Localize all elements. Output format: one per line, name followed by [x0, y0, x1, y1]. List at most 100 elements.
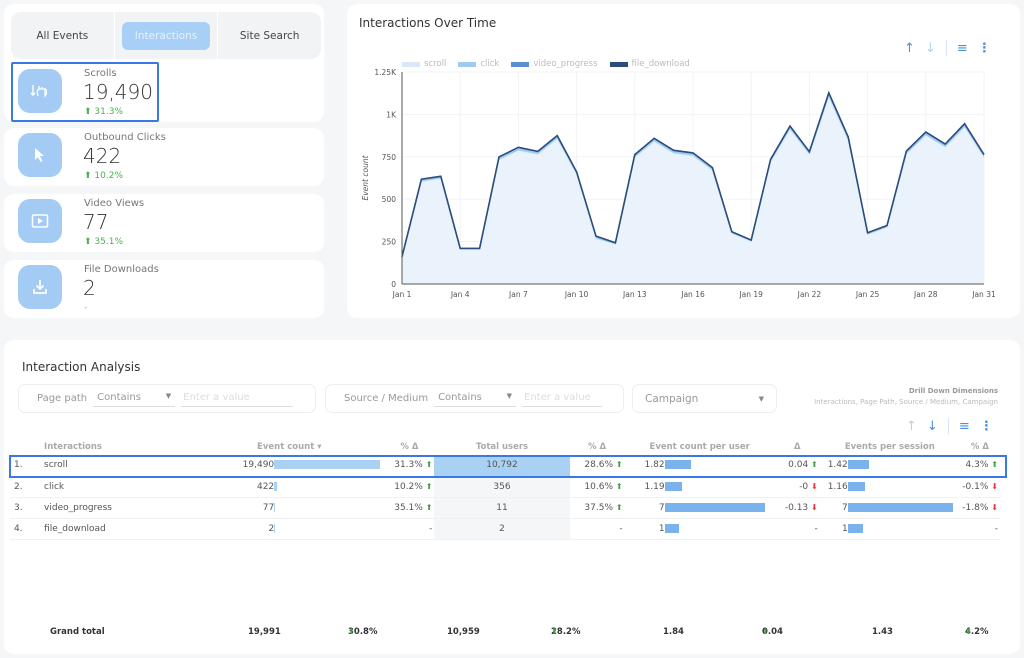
eps-delta: -1.8% ⬇	[959, 497, 1000, 519]
interaction-name: scroll	[44, 455, 195, 477]
ecpu-value: 1.19	[644, 481, 665, 492]
filter-value-input[interactable]	[522, 390, 603, 407]
drill-title: Drill Down Dimensions	[908, 387, 998, 395]
kpi-file-downloads[interactable]: File Downloads 2 -	[4, 260, 324, 318]
kpi-label: Video Views	[84, 198, 145, 209]
table-row[interactable]: 3. video_progress 77 35.1% ⬆ 11 37.5% ⬆ …	[10, 497, 1000, 519]
filter-label: Source / Medium	[344, 393, 429, 404]
column-header-event-count-delta[interactable]: % Δ	[384, 438, 434, 455]
trend-down-icon: ⬇	[991, 481, 998, 491]
ecpu-bar	[664, 523, 679, 533]
sort-descending-icon[interactable]: ↓	[927, 420, 938, 433]
users-delta: 10.6% ⬆	[569, 476, 625, 498]
grand-total-events: 19,991	[248, 627, 281, 637]
column-header-interactions[interactable]: Interactions	[44, 438, 194, 455]
kpi-delta: ⬆ 10.2%	[84, 171, 124, 181]
trend-up-icon: ⬆	[965, 627, 972, 636]
event-count-bar	[274, 523, 276, 533]
filter-source-medium: Source / Medium Contains ▼	[325, 384, 624, 413]
filter-page-path: Page path Contains ▼	[18, 384, 316, 413]
table-card: Interaction Analysis Page path Contains ▼…	[4, 340, 1020, 654]
row-index: 4.	[10, 518, 45, 540]
users-delta: 37.5% ⬆	[569, 497, 625, 519]
tab-all-events[interactable]: All Events	[11, 12, 115, 59]
column-header-total-users[interactable]: Total users	[434, 438, 569, 455]
table-row[interactable]: 1. scroll 19,490 31.3% ⬆ 10,792 28.6% ⬆ …	[10, 455, 1000, 477]
table-row[interactable]: 2. click 422 10.2% ⬆ 356 10.6% ⬆ 1.19 -0…	[10, 476, 1000, 498]
kpi-video-views[interactable]: Video Views 77 ⬆ 35.1%	[4, 194, 324, 252]
row-index: 2.	[10, 476, 45, 498]
column-header-users-delta[interactable]: % Δ	[570, 438, 625, 455]
more-options-icon[interactable]: ⋮	[980, 420, 993, 433]
column-header-event-count-per-user[interactable]: Event count per user	[625, 438, 775, 455]
campaign-select[interactable]: Campaign ▼	[632, 384, 777, 413]
ecpu-bar	[664, 481, 682, 491]
event-count-value: 422	[256, 481, 275, 492]
table-title: Interaction Analysis	[22, 360, 141, 374]
y-tick-label: 0	[391, 280, 396, 289]
row-index: 1.	[10, 455, 45, 477]
trend-up-icon: ⬆	[991, 460, 998, 470]
column-header-event-count[interactable]: Event count ▾	[194, 438, 384, 455]
filter-value-input[interactable]	[181, 390, 294, 407]
tab-interactions[interactable]: Interactions	[115, 12, 219, 59]
event-count-value: 77	[262, 502, 275, 513]
column-header-ecpu-delta[interactable]: Δ	[775, 438, 820, 455]
ecpu-value: 1.82	[644, 460, 665, 471]
kpi-outbound-clicks[interactable]: Outbound Clicks 422 ⬆ 10.2%	[4, 128, 324, 186]
interaction-table: Interactions Event count ▾ % Δ Total use…	[10, 438, 1000, 540]
trend-up-icon: ⬆	[84, 237, 92, 247]
tab-bar: All Events Interactions Site Search	[11, 12, 321, 59]
ecpu-delta: -0 ⬇	[774, 476, 820, 498]
chart-card: Interactions Over Time ↑ ↓ ≡ ⋮ scroll cl…	[347, 4, 1020, 318]
column-header-eps-delta[interactable]: % Δ	[960, 438, 1000, 455]
chart-plot: 0 250 500 750 1K 1.25K Jan 1 Jan 4 Jan 7 Jan 10 Ja…	[361, 68, 996, 299]
y-tick-label: 500	[382, 195, 397, 204]
event-count-bar	[274, 502, 276, 512]
filter-operator-select[interactable]: Contains ▼	[434, 390, 517, 407]
interaction-name: click	[44, 476, 195, 498]
event-count-cell: 422	[194, 476, 385, 498]
total-users-cell: 11	[434, 497, 570, 519]
filter-icon[interactable]: ≡	[959, 420, 970, 433]
eps-bar	[847, 523, 863, 533]
trend-up-icon: ⬆	[762, 627, 769, 636]
tab-label: Interactions	[121, 21, 211, 50]
tab-site-search[interactable]: Site Search	[218, 12, 321, 59]
trend-up-icon: ⬆	[615, 460, 623, 470]
trend-up-icon: ⬆	[425, 481, 433, 491]
total-users-cell: 2	[434, 518, 570, 540]
video-play-icon	[18, 199, 62, 243]
event-count-delta: 31.3% ⬆	[384, 455, 435, 477]
sort-ascending-icon[interactable]: ↑	[906, 420, 917, 433]
column-header-events-per-session[interactable]: Events per session	[820, 438, 960, 455]
table-toolbar: ↑ ↓ ≡ ⋮	[906, 418, 993, 434]
x-tick-label: Jan 25	[855, 290, 880, 299]
table-row[interactable]: 4. file_download 2 - 2 - 1 - 1 -	[10, 518, 1000, 540]
event-count-delta: 10.2% ⬆	[384, 476, 435, 498]
event-count-cell: 2	[194, 518, 385, 540]
ecpu-delta: -0.13 ⬇	[774, 497, 820, 519]
ecpu-delta: -	[774, 518, 820, 540]
interaction-name: video_progress	[44, 497, 195, 519]
ecpu-value: 7	[658, 502, 665, 513]
filter-label: Page path	[37, 393, 88, 404]
event-count-value: 2	[268, 523, 275, 534]
x-tick-label: Jan 7	[508, 290, 528, 299]
users-delta: 28.6% ⬆	[569, 455, 625, 477]
trend-up-icon: ⬆	[84, 171, 92, 181]
caret-down-icon: ▼	[758, 394, 764, 403]
x-tick-label: Jan 4	[450, 290, 470, 299]
eps-value: 7	[842, 502, 848, 513]
ecpu-cell: 1.82	[624, 455, 775, 477]
grand-total-label: Grand total	[50, 627, 105, 637]
eps-cell: 1.42	[819, 455, 960, 477]
y-tick-label: 1.25K	[374, 68, 397, 77]
filter-operator-select[interactable]: Contains ▼	[93, 390, 176, 407]
x-tick-label: Jan 1	[392, 290, 412, 299]
x-tick-label: Jan 13	[622, 290, 647, 299]
kpi-delta: -	[84, 303, 88, 313]
eps-delta: -	[959, 518, 1000, 540]
eps-cell: 1	[819, 518, 960, 540]
ecpu-delta: 0.04 ⬆	[774, 455, 820, 477]
